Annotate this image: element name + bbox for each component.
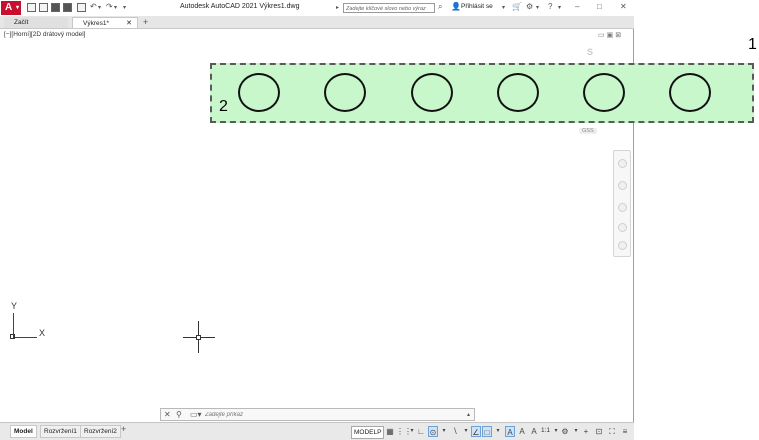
add-layout-button[interactable]: + [121, 424, 126, 434]
status-bar: Model Rozvržení1 Rozvržení2 + MODELP ▦ ⋮… [0, 422, 634, 440]
object-snap-dropdown-icon[interactable]: ▾ [493, 426, 503, 437]
annotation-visibility-icon[interactable]: A [505, 426, 515, 437]
command-input[interactable] [205, 410, 471, 419]
circle-object[interactable] [497, 73, 539, 112]
units-icon[interactable]: ⊡ [594, 426, 604, 437]
workspace-gear-icon[interactable]: ⚙ [560, 426, 570, 437]
window-title: Autodesk AutoCAD 2021 Výkres1.dwg [180, 3, 300, 10]
annotation-scale-value[interactable]: 1:1 [541, 427, 550, 434]
snap-icon[interactable]: ⋮⋮ [396, 426, 412, 437]
showmotion-icon[interactable] [618, 241, 627, 250]
annotation-scale-icon[interactable]: A [529, 426, 539, 437]
chevron-down-icon: ▾ [15, 5, 19, 11]
auto-scale-icon[interactable]: A [517, 426, 527, 437]
redo-icon[interactable]: ↷ [106, 2, 113, 11]
minimize-icon[interactable]: – [575, 2, 579, 11]
ucs-x-axis [13, 337, 37, 338]
navigation-bar [613, 150, 631, 257]
callout-label-2: 2 [219, 98, 228, 115]
close-command-line-icon[interactable]: ✕ [164, 410, 171, 419]
search-icon[interactable]: ⌕ [438, 2, 442, 12]
customization-menu-icon[interactable]: ≡ [620, 426, 630, 437]
print-icon[interactable] [77, 3, 86, 12]
tab-drawing[interactable]: Výkres1* ✕ [72, 17, 138, 28]
recent-commands-icon[interactable]: ▭▾ [190, 410, 202, 419]
layout-tab-2[interactable]: Rozvržení2 [80, 425, 121, 438]
application-menu-button[interactable]: A ▾ [1, 1, 21, 15]
wcs-menu[interactable]: GSS [579, 128, 597, 134]
exchange-icon[interactable]: ⚙ [526, 2, 533, 11]
redo-dropdown-icon[interactable]: ▾ [114, 4, 117, 11]
ortho-icon[interactable]: ∟ [416, 426, 426, 437]
undo-icon[interactable]: ↶ [90, 2, 97, 11]
tab-start[interactable]: Začít [4, 17, 68, 28]
viewcube-south-label[interactable]: S [587, 47, 593, 57]
circle-object[interactable] [324, 73, 366, 112]
save-as-icon[interactable] [63, 3, 72, 12]
callout-label-1: 1 [748, 36, 757, 53]
tab-label: Výkres1* [83, 20, 110, 27]
user-icon[interactable]: 👤 [451, 2, 461, 11]
layout-tab-1[interactable]: Rozvržení1 [40, 425, 81, 438]
maximize-icon[interactable]: □ [597, 2, 602, 11]
help-search-input[interactable]: Zadejte klíčové slovo nebo výraz [343, 3, 435, 13]
open-file-icon[interactable] [39, 3, 48, 12]
polar-tracking-icon[interactable]: ⊙ [428, 426, 438, 437]
undo-dropdown-icon[interactable]: ▾ [98, 4, 101, 11]
circle-object[interactable] [411, 73, 453, 112]
viewport-controls-label[interactable]: [−][Horní][2D drátový model] [4, 31, 85, 38]
help-icon[interactable]: ? [548, 2, 552, 11]
object-snap-icon[interactable]: □ [482, 426, 492, 437]
circle-object[interactable] [583, 73, 625, 112]
ucs-origin-icon [10, 334, 15, 339]
isodraft-icon[interactable]: ∖ [450, 426, 460, 437]
new-file-icon[interactable] [27, 3, 36, 12]
tab-label: Začít [14, 19, 29, 26]
zoom-icon[interactable] [618, 203, 627, 212]
exchange-dropdown-icon[interactable]: ▾ [536, 4, 539, 11]
customize-toolbar-icon[interactable]: ▾ [123, 4, 126, 11]
circle-object[interactable] [238, 73, 280, 112]
command-history-icon[interactable]: ▴ [467, 411, 470, 418]
ucs-x-label: X [39, 328, 46, 338]
viewport-window-controls[interactable]: ▭▣⊠ [598, 31, 623, 39]
search-arrow-icon[interactable]: ▸ [336, 4, 339, 11]
grid-icon[interactable]: ▦ [385, 426, 395, 437]
pan-icon[interactable] [618, 181, 627, 190]
model-space-toggle[interactable]: MODELP [351, 426, 385, 439]
orbit-icon[interactable] [618, 223, 627, 232]
save-icon[interactable] [51, 3, 60, 12]
steering-wheel-icon[interactable] [618, 159, 627, 168]
sign-in-dropdown-icon[interactable]: ▾ [502, 4, 505, 11]
customize-icon[interactable]: ⚲ [176, 410, 182, 419]
close-icon[interactable]: ✕ [620, 2, 627, 11]
title-bar: A ▾ ↶ ▾ ↷ ▾ ▾ Autodesk AutoCAD 2021 Výkr… [0, 0, 634, 17]
cart-icon[interactable]: 🛒 [512, 2, 522, 11]
file-tab-bar: Začít Výkres1* ✕ + [0, 16, 634, 29]
polar-dropdown-icon[interactable]: ▾ [439, 426, 449, 437]
layout-tab-model[interactable]: Model [10, 425, 37, 438]
annotation-monitor-icon[interactable]: + [581, 426, 591, 437]
isodraft-dropdown-icon[interactable]: ▾ [461, 426, 471, 437]
workspace-dropdown-icon[interactable]: ▾ [571, 426, 581, 437]
help-dropdown-icon[interactable]: ▾ [558, 4, 561, 11]
object-snap-tracking-icon[interactable]: ∠ [471, 426, 481, 437]
circle-object[interactable] [669, 73, 711, 112]
command-line: ✕ ⚲ ▭▾ ▴ [160, 408, 475, 421]
sign-in-button[interactable]: Přihlásit se [461, 3, 493, 10]
ucs-y-label: Y [11, 301, 18, 311]
new-tab-button[interactable]: + [143, 17, 148, 28]
crosshair-pickbox-icon [196, 335, 201, 340]
close-tab-icon[interactable]: ✕ [126, 18, 132, 29]
fullscreen-icon[interactable]: ⛶ [607, 426, 617, 437]
